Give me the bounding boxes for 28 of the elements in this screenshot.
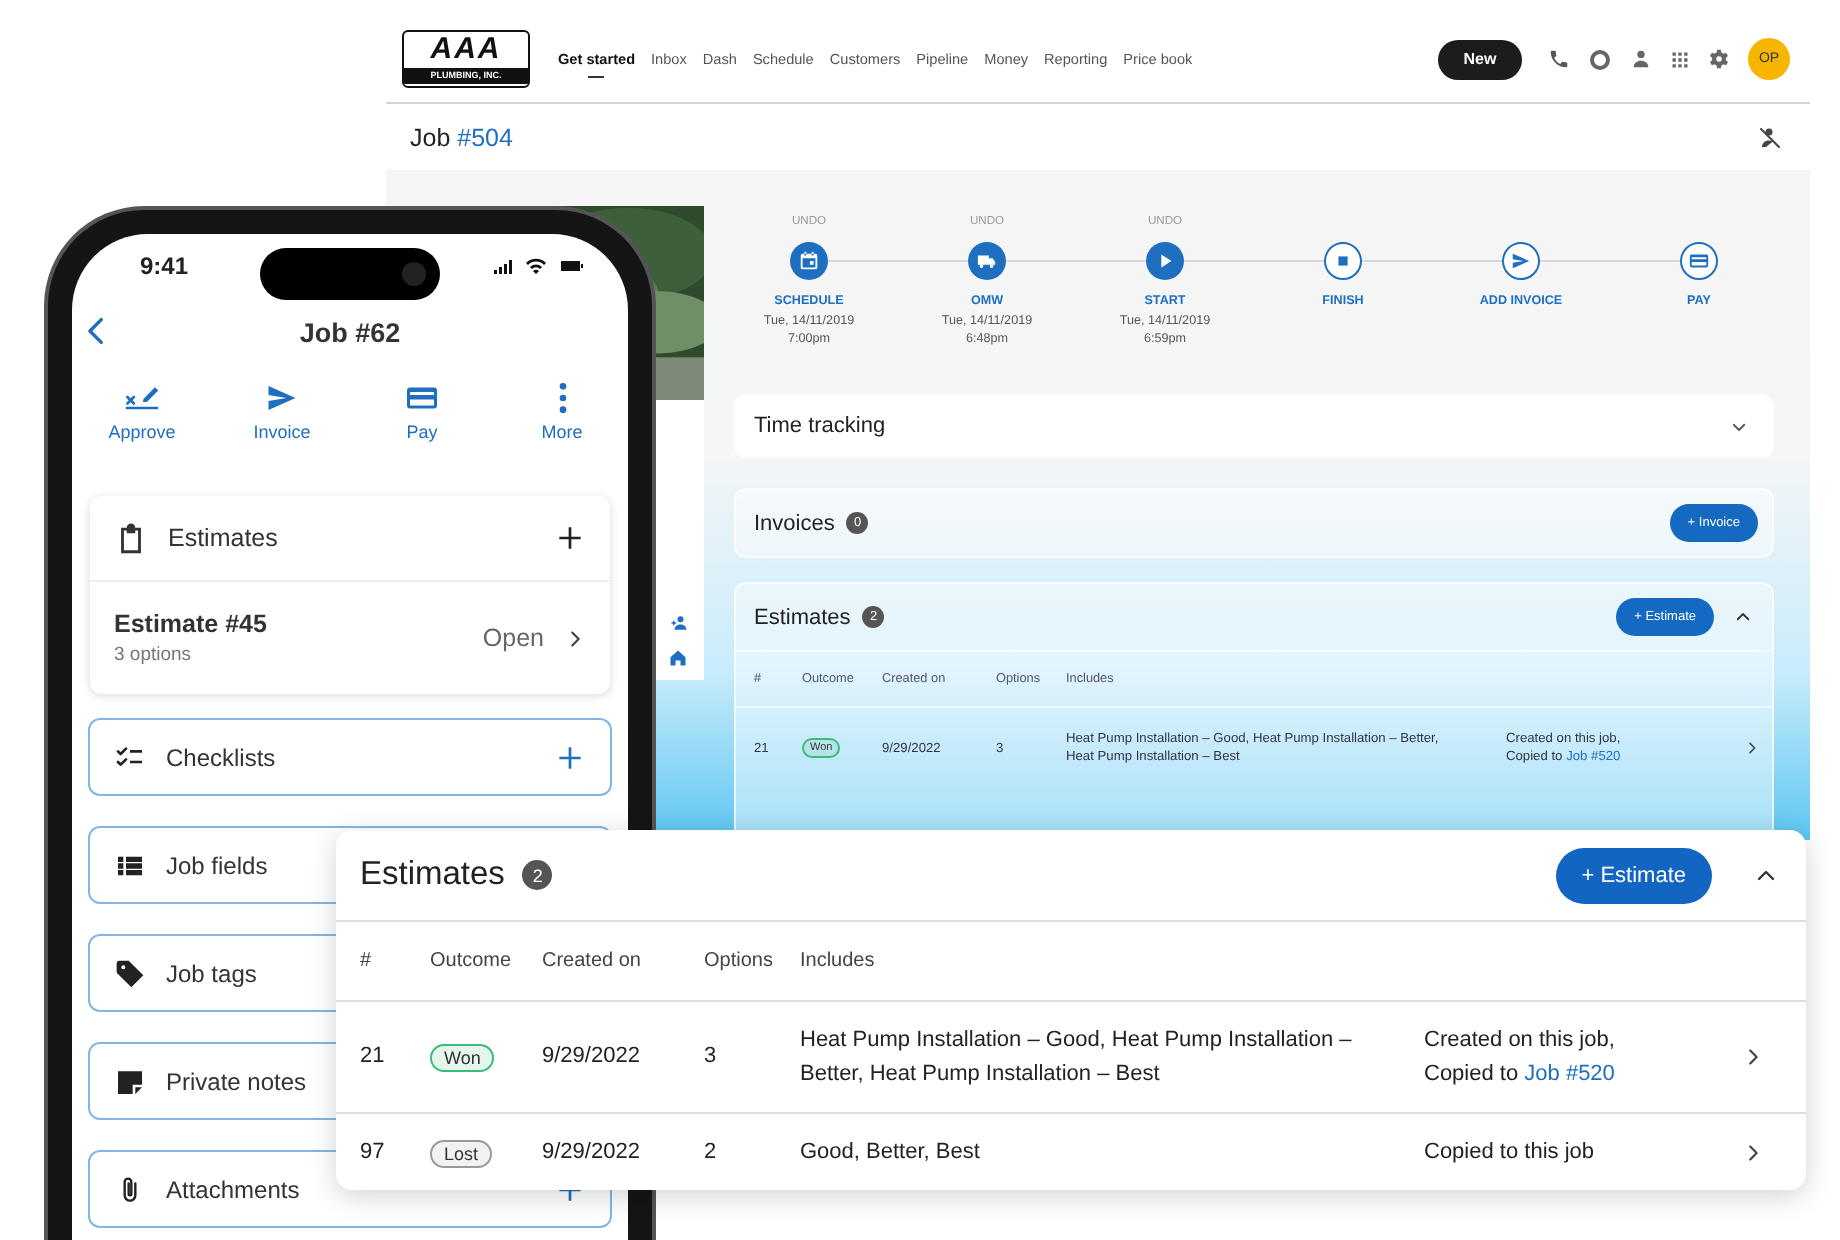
- count-badge: 2: [522, 860, 553, 890]
- panel-title: Invoices: [754, 511, 835, 535]
- status-text: Copied to this job: [1424, 1138, 1596, 1168]
- column-header: Created on: [542, 950, 643, 972]
- estimate-subtitle: 3 options: [114, 644, 194, 666]
- logo-mark: AAA: [430, 32, 502, 68]
- card-title: Estimates: [168, 524, 278, 552]
- column-header: Outcome: [430, 950, 514, 972]
- table-cell-text: Heat Pump Installation – Good, Heat Pump Installation – Better, Heat Pump Installation – Best: [800, 1025, 1354, 1089]
- table-cell-text: 21: [360, 1042, 387, 1072]
- table-cell-text: 3: [704, 1042, 719, 1072]
- panel-title: Time tracking: [754, 414, 886, 438]
- table-cell-text: 2: [704, 1138, 719, 1168]
- column-header: Options: [704, 950, 775, 972]
- outcome-tag: Lost: [430, 1139, 493, 1167]
- status-text: Created on this job, Copied to Job #520: [1424, 1025, 1617, 1089]
- estimate-title: Estimate #45: [114, 610, 267, 638]
- panel-title: Estimates: [754, 605, 851, 629]
- job-title: Job #504: [410, 123, 513, 151]
- column-header: Includes: [800, 950, 877, 972]
- outcome-tag: Won: [430, 1043, 495, 1071]
- status-time: 9:41: [140, 252, 189, 280]
- column-header: #: [360, 950, 374, 972]
- table-cell-text: 9/29/2022: [542, 1042, 642, 1072]
- estimate-status: Open: [482, 624, 544, 652]
- screen-title: Job #62: [299, 317, 401, 347]
- card-title: Estimates: [360, 856, 505, 894]
- table-cell-text: Good, Better, Best: [800, 1138, 982, 1168]
